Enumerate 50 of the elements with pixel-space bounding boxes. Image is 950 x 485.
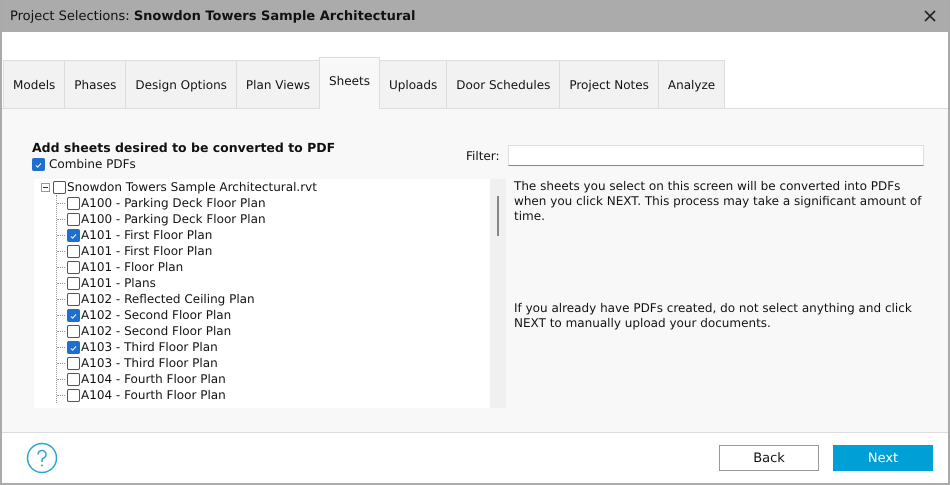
close-icon[interactable] [924, 10, 936, 22]
tab[interactable]: Project Notes [559, 60, 659, 108]
filter-field[interactable] [508, 145, 924, 166]
section-heading: Add sheets desired to be converted to PDF [32, 140, 336, 155]
checkbox[interactable] [67, 340, 80, 354]
tree-item[interactable]: A101 - Plans [81, 276, 156, 290]
tab[interactable]: Door Schedules [446, 60, 560, 108]
tree-item[interactable]: A101 - Floor Plan [81, 260, 184, 274]
tree-item[interactable]: A104 - Fourth Floor Plan [81, 388, 226, 402]
tree-item[interactable]: A101 - First Floor Plan [81, 228, 212, 242]
checkbox[interactable] [67, 292, 80, 306]
checkbox[interactable] [67, 244, 80, 258]
checkbox[interactable] [32, 158, 45, 170]
scrollbar-thumb[interactable] [497, 196, 499, 236]
checkbox-label: Combine PDFs [49, 157, 136, 171]
help-icon[interactable] [26, 442, 58, 474]
checkbox[interactable] [67, 308, 80, 322]
checkbox[interactable] [53, 180, 66, 194]
filter-label: Filter: [466, 148, 500, 162]
checkbox[interactable] [67, 196, 80, 210]
window-title: Project Selections: Snowdon Towers Sample Architectural [10, 8, 416, 24]
tree-item[interactable]: A104 - Fourth Floor Plan [81, 372, 226, 386]
tab[interactable]: Models [3, 60, 66, 108]
tree-item[interactable]: A102 - Reflected Ceiling Plan [81, 292, 255, 306]
info-text: The sheets you select on this screen will be converted into PDFs when you click NEXT. This process may take a significant amount of time. [514, 179, 923, 224]
tab[interactable]: Design Options [125, 60, 237, 108]
tab[interactable]: Analyze [658, 60, 726, 108]
tree-item[interactable]: A103 - Third Floor Plan [81, 356, 218, 370]
checkbox[interactable] [67, 276, 80, 290]
tab[interactable]: Sheets [319, 57, 380, 109]
tab[interactable]: Plan Views [236, 60, 320, 108]
tab[interactable]: Uploads [378, 60, 448, 108]
checkbox[interactable] [67, 324, 80, 338]
tree-item[interactable]: A101 - First Floor Plan [81, 244, 212, 258]
back-button[interactable]: Back [719, 445, 819, 471]
tree-item[interactable]: A103 - Third Floor Plan [81, 340, 218, 354]
tree-item[interactable]: A102 - Second Floor Plan [81, 308, 232, 322]
checkbox[interactable] [67, 260, 80, 274]
tree-item[interactable]: A100 - Parking Deck Floor Plan [81, 212, 266, 226]
checkbox[interactable] [67, 212, 80, 226]
checkbox[interactable] [67, 228, 80, 242]
collapse-icon[interactable] [41, 182, 50, 192]
info-text: If you already have PDFs created, do not select anything and click NEXT to manually upload your documents. [514, 301, 913, 331]
tab[interactable]: Phases [64, 60, 126, 108]
tree-item[interactable]: A102 - Second Floor Plan [81, 324, 232, 338]
checkbox[interactable] [67, 372, 80, 386]
checkbox[interactable] [67, 356, 80, 370]
tree-item[interactable]: Snowdon Towers Sample Architectural.rvt [67, 180, 317, 194]
tree-item[interactable]: A100 - Parking Deck Floor Plan [81, 196, 266, 210]
checkbox[interactable] [67, 388, 80, 402]
